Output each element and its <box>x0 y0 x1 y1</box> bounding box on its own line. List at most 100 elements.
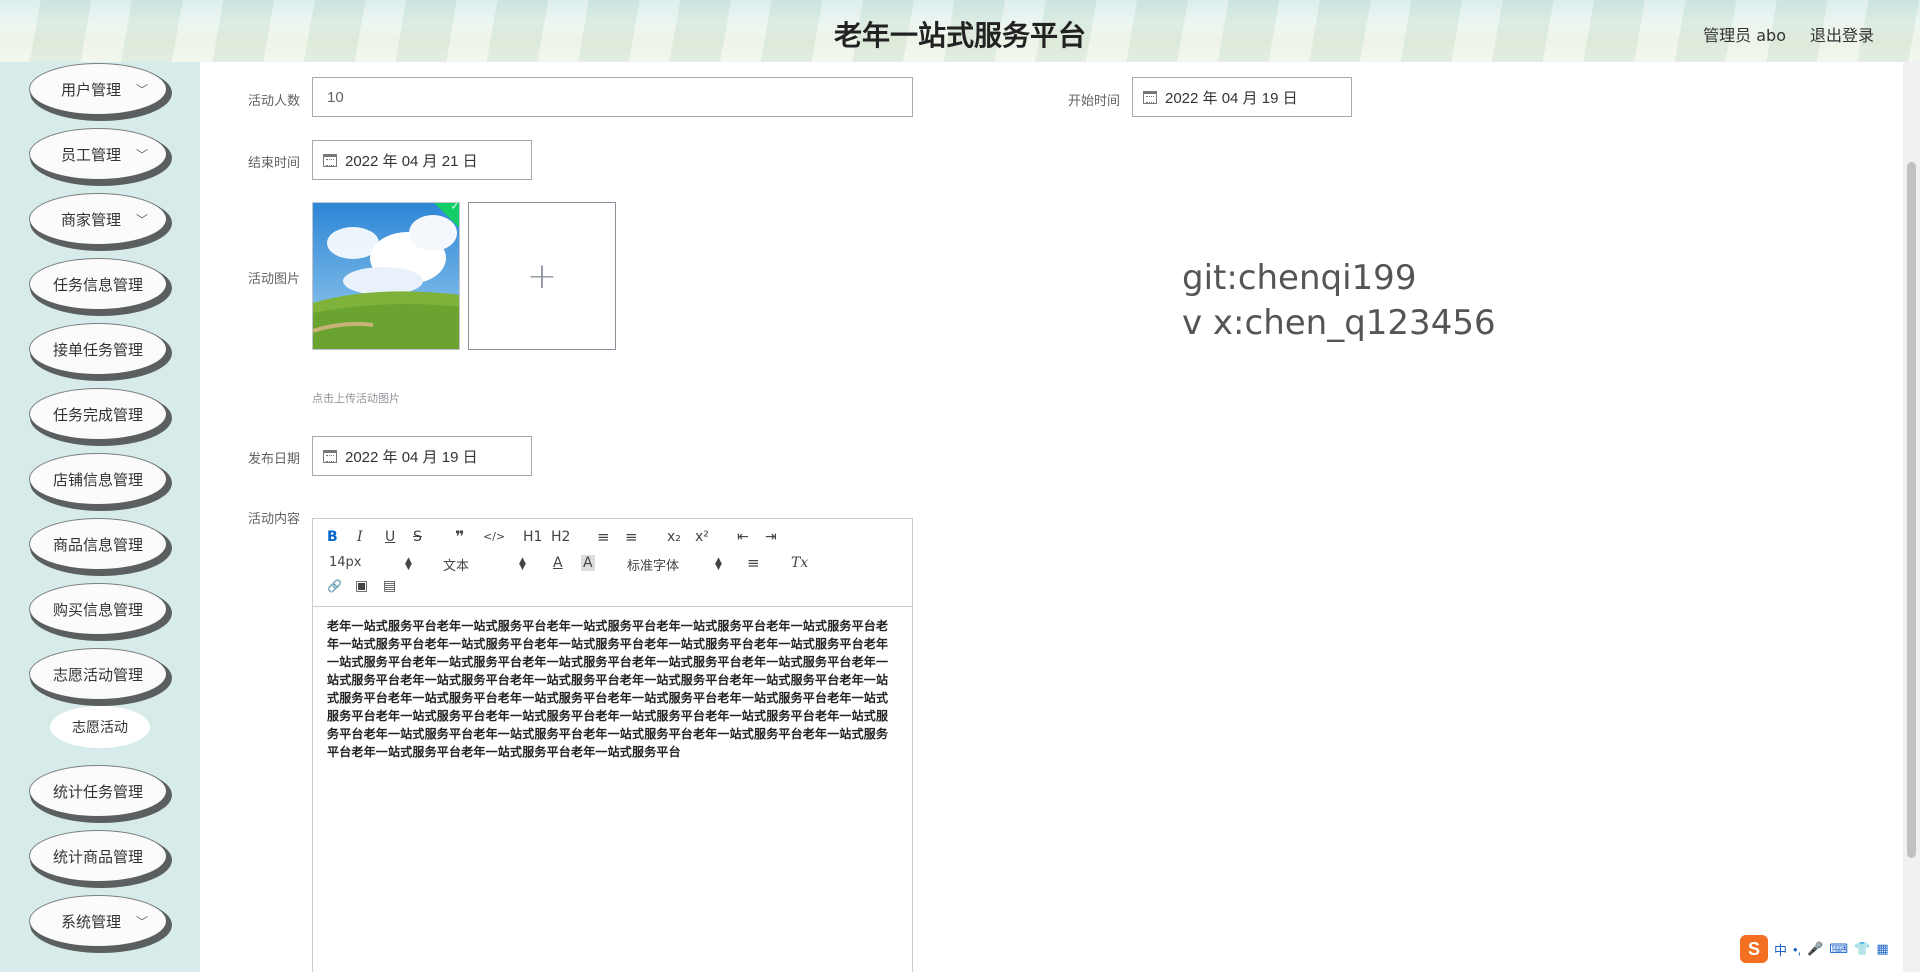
sidebar-item-task-info[interactable]: 任务信息管理 <box>30 259 166 309</box>
chevron-down-icon: ﹀ <box>135 915 148 929</box>
watermark-line-1: git:chenqi199 <box>1182 258 1417 298</box>
start-time-picker[interactable]: 2022 年 04 月 19 日 <box>1132 77 1352 117</box>
font-family-select[interactable]: 标准字体 ▲ ▼ <box>627 555 723 575</box>
align-button[interactable]: ≡ <box>747 554 760 572</box>
sidebar-item-staff-mgmt[interactable]: 员工管理 ﹀ <box>30 129 166 179</box>
people-count-input[interactable]: 10 <box>312 77 913 117</box>
h2-button[interactable]: H2 <box>551 529 570 545</box>
italic-button[interactable]: I <box>357 529 363 545</box>
sidebar-item-label: 用户管理 <box>60 80 121 99</box>
bold-button[interactable]: B <box>327 529 338 545</box>
scrollbar-thumb[interactable] <box>1907 162 1916 858</box>
chevron-down-icon: ﹀ <box>135 83 148 97</box>
sidebar-item-label: 购买信息管理 <box>52 600 143 619</box>
sidebar-item-label: 统计商品管理 <box>52 847 143 866</box>
sidebar-subitem-label: 志愿活动 <box>72 720 128 736</box>
content-label: 活动内容 <box>247 512 300 527</box>
publish-date-picker[interactable]: 2022 年 04 月 19 日 <box>312 436 532 476</box>
check-icon: ✓ <box>450 202 459 213</box>
image-button[interactable]: ▣ <box>355 578 368 594</box>
background-color-button[interactable]: A <box>581 555 595 571</box>
font-color-button[interactable]: A <box>553 555 563 571</box>
editor-content[interactable]: 老年一站式服务平台老年一站式服务平台老年一站式服务平台老年一站式服务平台老年一站… <box>313 607 912 771</box>
font-family-value: 标准字体 <box>627 559 680 574</box>
video-icon: ▤ <box>383 578 397 594</box>
calendar-icon <box>323 449 337 463</box>
chevron-down-icon: ﹀ <box>135 148 148 162</box>
uploaded-image-thumbnail[interactable]: ✓ <box>312 202 460 350</box>
sidebar-item-label: 统计任务管理 <box>52 782 143 801</box>
ime-punctuation: •, <box>1793 941 1802 957</box>
sidebar-item-label: 系统管理 <box>60 912 121 931</box>
calendar-icon <box>1143 90 1157 104</box>
start-time-label: 开始时间 <box>1067 94 1120 109</box>
sidebar-item-label: 商品信息管理 <box>52 535 143 554</box>
select-arrows-icon: ▲ ▼ <box>715 556 722 572</box>
sidebar-item-accepted-tasks[interactable]: 接单任务管理 <box>30 324 166 374</box>
clear-format-button[interactable]: Tx <box>791 555 808 571</box>
video-button[interactable]: ▤ <box>383 578 396 594</box>
publish-date-label: 发布日期 <box>247 452 300 467</box>
sidebar-item-volunteer-mgmt[interactable]: 志愿活动管理 <box>30 649 166 699</box>
sidebar-item-shop-info[interactable]: 店铺信息管理 <box>30 454 166 504</box>
indent-button[interactable]: ⇥ <box>765 529 777 545</box>
link-icon: 🔗 <box>327 579 342 593</box>
select-arrows-icon: ▲ ▼ <box>519 556 526 572</box>
end-time-label: 结束时间 <box>247 156 300 171</box>
people-label: 活动人数 <box>247 94 300 109</box>
landscape-image <box>313 203 459 349</box>
sidebar-item-label: 店铺信息管理 <box>52 470 143 489</box>
sidebar-item-label: 接单任务管理 <box>52 340 143 359</box>
code-button[interactable]: </> <box>483 530 505 543</box>
text-style-select[interactable]: 文本 ▲ ▼ <box>443 555 527 575</box>
sidebar-item-user-mgmt[interactable]: 用户管理 ﹀ <box>30 64 166 114</box>
image-label: 活动图片 <box>247 272 300 287</box>
outdent-button[interactable]: ⇤ <box>737 529 749 545</box>
chevron-down-icon: ﹀ <box>135 213 148 227</box>
sidebar-item-task-completion[interactable]: 任务完成管理 <box>30 389 166 439</box>
bullet-list-button[interactable]: ≡ <box>625 528 638 546</box>
watermark: git:chenqi199 v x:chen_q123456 <box>1182 256 1496 346</box>
calendar-icon <box>323 153 337 167</box>
sidebar-subitem-volunteer-activity[interactable]: 志愿活动 <box>50 706 150 748</box>
rich-text-editor: B I U S ❞ </> H1 H2 ≡ ≡ x₂ x² ⇤ ⇥ 14px ▲… <box>312 518 913 972</box>
start-time-value: 2022 年 04 月 19 日 <box>1165 89 1298 107</box>
text-style-value: 文本 <box>443 559 470 574</box>
quote-button[interactable]: ❞ <box>455 527 464 546</box>
sidebar: 用户管理 ﹀ 员工管理 ﹀ 商家管理 ﹀ 任务信息管理 接单任务管理 任务完成管… <box>0 62 200 972</box>
underline-button[interactable]: U <box>385 529 395 545</box>
end-time-picker[interactable]: 2022 年 04 月 21 日 <box>312 140 532 180</box>
sidebar-item-system-mgmt[interactable]: 系统管理 ﹀ <box>30 896 166 946</box>
ime-toolbar[interactable]: S 中 •, 🎤 ⌨ 👕 ▦ <box>1740 934 1889 964</box>
grid-icon: ▦ <box>1876 941 1889 956</box>
font-size-select[interactable]: 14px ▲ ▼ <box>329 555 413 572</box>
skin-icon: 👕 <box>1854 941 1871 956</box>
page-scrollbar[interactable] <box>1903 62 1920 972</box>
subscript-button[interactable]: x₂ <box>667 529 681 545</box>
plus-icon: + <box>526 255 558 297</box>
ordered-list-button[interactable]: ≡ <box>597 528 610 546</box>
sidebar-item-stat-tasks[interactable]: 统计任务管理 <box>30 766 166 816</box>
editor-toolbar: B I U S ❞ </> H1 H2 ≡ ≡ x₂ x² ⇤ ⇥ 14px ▲… <box>313 519 912 607</box>
sidebar-item-product-info[interactable]: 商品信息管理 <box>30 519 166 569</box>
sidebar-item-label: 志愿活动管理 <box>52 665 143 684</box>
app-title: 老年一站式服务平台 <box>833 19 1086 52</box>
strike-button[interactable]: S <box>413 529 422 545</box>
image-icon: ▣ <box>355 578 369 594</box>
end-time-value: 2022 年 04 月 21 日 <box>345 152 478 170</box>
sidebar-item-merchant-mgmt[interactable]: 商家管理 ﹀ <box>30 194 166 244</box>
app-header: 老年一站式服务平台 管理员 abo 退出登录 <box>0 0 1920 62</box>
link-button[interactable]: 🔗 <box>327 579 342 593</box>
sidebar-item-purchase-info[interactable]: 购买信息管理 <box>30 584 166 634</box>
select-arrows-icon: ▲ ▼ <box>405 556 412 572</box>
sidebar-item-stat-products[interactable]: 统计商品管理 <box>30 831 166 881</box>
watermark-line-2: v x:chen_q123456 <box>1182 303 1496 343</box>
logout-link[interactable]: 退出登录 <box>1810 22 1874 46</box>
h1-button[interactable]: H1 <box>523 529 542 545</box>
image-upload-button[interactable]: + <box>468 202 616 350</box>
current-user: 管理员 abo <box>1703 26 1786 45</box>
superscript-button[interactable]: x² <box>695 529 709 545</box>
ime-logo-icon: S <box>1740 935 1768 963</box>
publish-date-value: 2022 年 04 月 19 日 <box>345 448 478 466</box>
microphone-icon: 🎤 <box>1807 941 1824 956</box>
